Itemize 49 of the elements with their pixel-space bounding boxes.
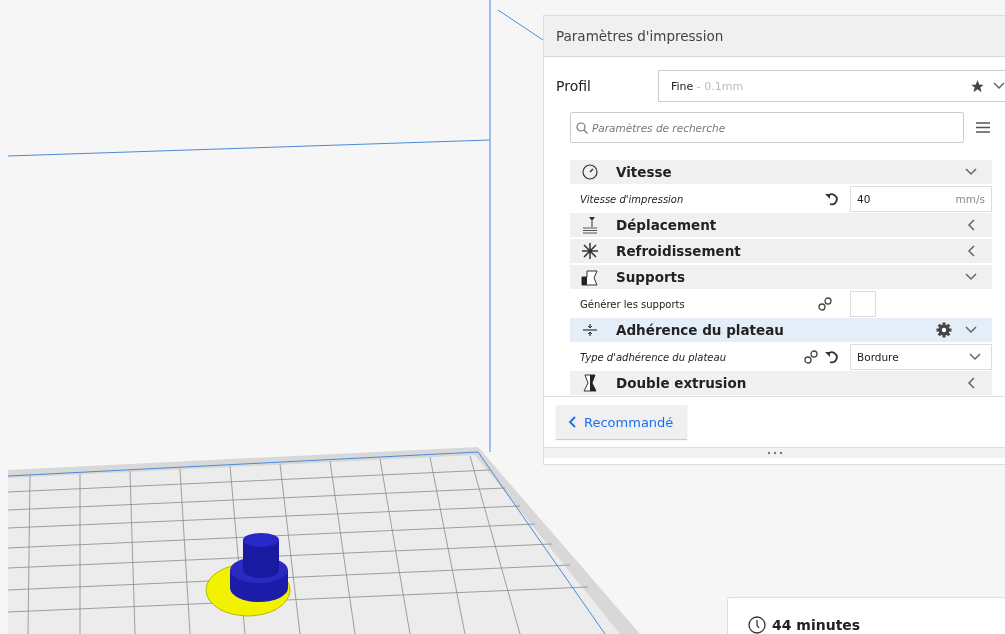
chevron-left-icon[interactable] xyxy=(967,377,975,389)
reset-icon[interactable] xyxy=(824,192,838,206)
category-title: Refroidissement xyxy=(616,243,741,259)
dropdown[interactable]: Bordure xyxy=(850,344,992,370)
category-title: Déplacement xyxy=(616,217,717,233)
category-header[interactable]: Refroidissement xyxy=(570,239,992,263)
link-icon[interactable] xyxy=(818,297,832,311)
setting-label: Générer les supports xyxy=(580,298,686,310)
category-title: Supports xyxy=(616,269,686,285)
category-title: Vitesse xyxy=(616,164,672,180)
recommended-button[interactable]: Recommandé xyxy=(556,405,688,439)
link-icon[interactable] xyxy=(804,350,818,364)
category-title: Adhérence du plateau xyxy=(616,322,784,338)
resize-handle[interactable] xyxy=(544,447,1005,458)
support-icon xyxy=(581,268,599,286)
category-header[interactable]: Déplacement xyxy=(570,213,992,237)
search-icon xyxy=(576,122,588,134)
fan-icon xyxy=(581,242,599,260)
chevron-down-icon[interactable] xyxy=(969,353,981,361)
dual-extruder-icon xyxy=(582,374,598,392)
setting-label: Vitesse d'impression xyxy=(580,193,685,205)
panel-title: Paramètres d'impression xyxy=(544,16,1005,57)
number-field[interactable]: 40 mm/s xyxy=(850,186,992,212)
chevron-down-icon[interactable] xyxy=(993,82,1005,90)
category-header[interactable]: Supports xyxy=(570,265,992,289)
reset-icon[interactable] xyxy=(824,350,838,364)
chevron-left-icon[interactable] xyxy=(967,245,975,257)
print-time: 44 minutes xyxy=(772,617,861,633)
gauge-icon xyxy=(582,164,598,180)
menu-icon[interactable] xyxy=(976,122,990,133)
clock-icon xyxy=(748,616,766,634)
star-icon[interactable] xyxy=(970,78,985,94)
search-field[interactable]: Paramètres de recherche xyxy=(570,112,964,143)
category-header[interactable]: Double extrusion xyxy=(570,371,992,395)
settings-icon[interactable] xyxy=(936,322,952,338)
adhesion-icon xyxy=(582,322,598,338)
chevron-left-icon xyxy=(568,416,576,428)
nozzle-layers-icon xyxy=(581,216,599,234)
category-header[interactable]: Vitesse xyxy=(570,160,992,184)
setting-label: Type d'adhérence du plateau xyxy=(580,351,727,363)
category-title: Double extrusion xyxy=(616,375,747,391)
chevron-down-icon[interactable] xyxy=(965,168,977,176)
checkbox[interactable] xyxy=(850,291,876,317)
category-header[interactable]: Adhérence du plateau xyxy=(570,318,992,342)
chevron-down-icon[interactable] xyxy=(965,326,977,334)
chevron-down-icon[interactable] xyxy=(965,273,977,281)
chevron-left-icon[interactable] xyxy=(967,219,975,231)
profile-label: Profil xyxy=(556,78,592,94)
profile-dropdown[interactable]: Fine - 0.1mm xyxy=(658,70,1005,102)
